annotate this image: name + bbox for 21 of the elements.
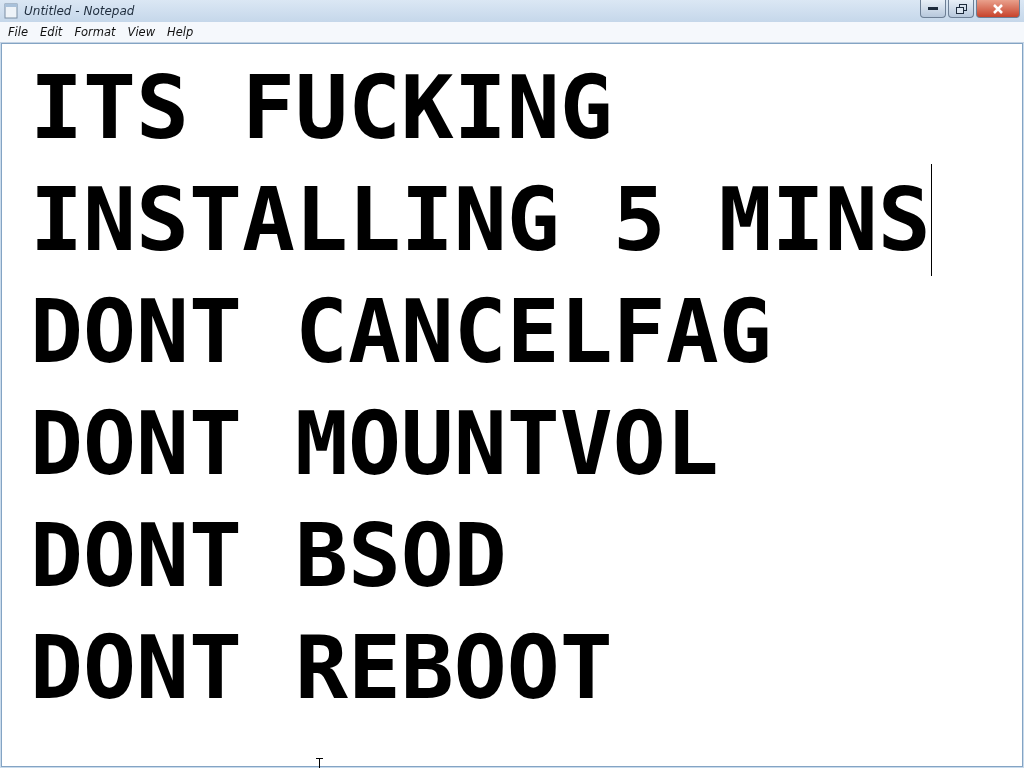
notepad-icon: [4, 3, 18, 19]
minimize-icon: [928, 6, 938, 11]
window-title: Untitled - Notepad: [24, 4, 136, 18]
text-line: DONT BSOD: [30, 503, 507, 609]
close-icon: [992, 3, 1004, 14]
text-line: ITS FUCKING: [30, 55, 613, 161]
text-line: INSTALLING 5 MINS: [30, 167, 931, 273]
close-button[interactable]: [976, 0, 1020, 18]
restore-button[interactable]: [948, 0, 974, 18]
menu-item[interactable]: View: [121, 25, 162, 39]
menu-item[interactable]: Help: [161, 25, 200, 39]
text-cursor-icon: [316, 758, 323, 768]
text-line: DONT CANCELFAG: [30, 279, 772, 385]
text-line: DONT REBOOT: [30, 615, 613, 721]
minimize-button[interactable]: [920, 0, 946, 18]
restore-icon: [955, 3, 967, 14]
menu-item[interactable]: Format: [68, 25, 122, 39]
menu-item[interactable]: File: [2, 25, 35, 39]
text-area[interactable]: ITS FUCKING INSTALLING 5 MINS DONT CANCELFAG DONT MOUNTVOL DONT BSOD DONT REBOOT: [1, 43, 1023, 767]
menu-item[interactable]: Edit: [34, 25, 69, 39]
text-line: DONT MOUNTVOL: [30, 391, 719, 497]
